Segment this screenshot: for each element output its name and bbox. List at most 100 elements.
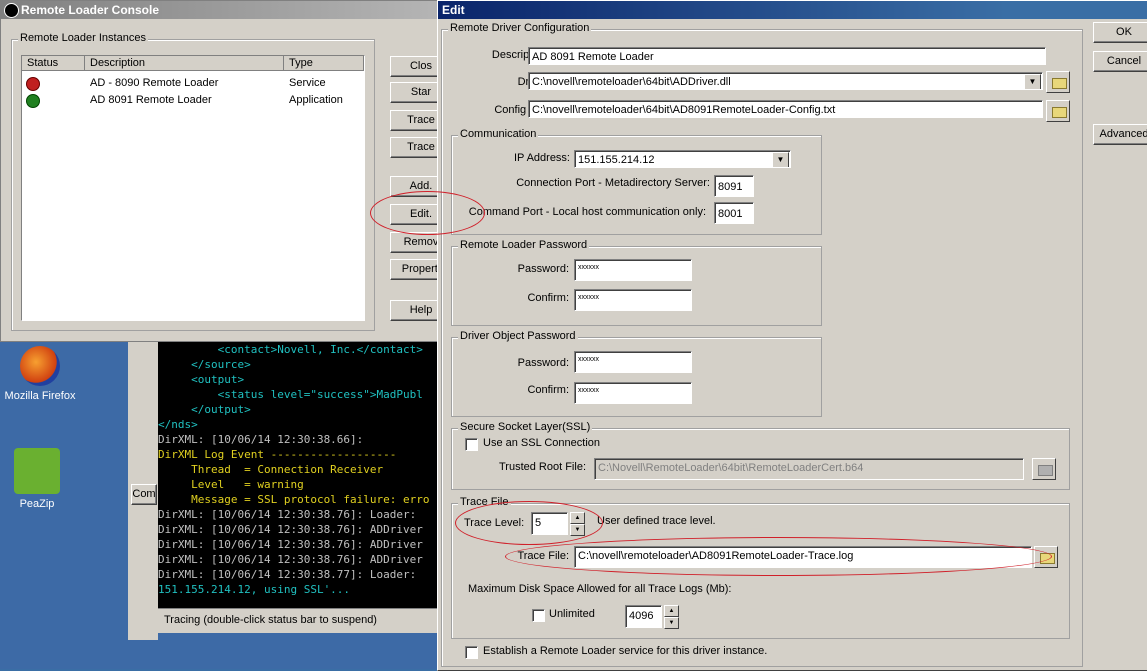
terminal-line: DirXML: [10/06/14 12:30:38.66]: <box>158 433 364 446</box>
max-disk-spinner[interactable]: ▲ ▼ <box>664 605 679 629</box>
rl-confirm-field[interactable]: xxxxxx <box>574 289 692 311</box>
driver-select[interactable]: C:\novell\remoteloader\64bit\ADDriver.dl… <box>528 72 1043 90</box>
terminal-line: </output> <box>158 403 251 416</box>
service-label: Establish a Remote Loader service for th… <box>483 645 768 657</box>
unlimited-label: Unlimited <box>549 608 595 620</box>
desktop-icon-peazip[interactable]: PeaZip <box>0 448 77 510</box>
terminal-status-bar[interactable]: Tracing (double-click status bar to susp… <box>158 608 438 633</box>
edit-dialog: Edit OK Cancel Advanced Remote Driver Co… <box>437 0 1147 671</box>
terminal-line: DirXML: [10/06/14 12:30:38.76]: ADDriver <box>158 538 423 551</box>
driver-password-field-label: Password: <box>517 357 569 369</box>
console-titlebar[interactable]: Remote Loader Console <box>1 1 441 19</box>
terminal-line: Level = warning <box>158 478 304 491</box>
driver-password-field[interactable]: xxxxxx <box>574 351 692 373</box>
command-port-label: Command Port - Local host communication … <box>468 206 706 218</box>
terminal-line: Thread = Connection Receiver <box>158 463 384 476</box>
terminal-line: DirXML: [10/06/14 12:30:38.76]: ADDriver <box>158 523 423 536</box>
desktop-icon-firefox[interactable]: Mozilla Firefox <box>0 346 80 402</box>
advanced-button[interactable]: Advanced <box>1093 124 1147 145</box>
rl-password-field-label: Password: <box>517 263 569 275</box>
folder-icon <box>1052 107 1067 118</box>
terminal-line: DirXML: [10/06/14 12:30:38.76]: ADDriver <box>158 553 423 566</box>
driver-confirm-label: Confirm: <box>527 384 569 396</box>
driver-config-label: Remote Driver Configuration <box>448 22 592 34</box>
ip-address-select[interactable]: 151.155.214.12 ▼ <box>574 150 791 168</box>
status-text: Tracing (double-click status bar to susp… <box>164 614 377 626</box>
use-ssl-label: Use an SSL Connection <box>483 437 600 449</box>
terminal-line: DirXML Log Event ------------------- <box>158 448 397 461</box>
communication-label: Communication <box>458 128 539 140</box>
ok-button[interactable]: OK <box>1093 22 1147 43</box>
service-checkbox[interactable] <box>465 646 478 659</box>
rl-password-group: Remote Loader Password <box>451 239 822 326</box>
ip-address-value: 151.155.214.12 <box>578 154 655 166</box>
column-header-description[interactable]: Description <box>85 56 284 71</box>
edit-titlebar[interactable]: Edit <box>438 1 1147 19</box>
terminal-line: </source> <box>158 358 251 371</box>
instances-list[interactable]: Status Description Type AD - 8090 Remote… <box>21 55 365 321</box>
instance-description: AD 8091 Remote Loader <box>90 94 212 106</box>
connection-port-label: Connection Port - Metadirectory Server: <box>516 177 710 189</box>
peazip-icon <box>14 448 60 494</box>
instances-group-label: Remote Loader Instances <box>18 32 148 44</box>
terminal-line: DirXML: [10/06/14 12:30:38.77]: Loader: <box>158 568 417 581</box>
trace-file-browse-button[interactable] <box>1034 546 1058 568</box>
trusted-root-field: C:\Novell\RemoteLoader\64bit\RemoteLoade… <box>594 458 1024 480</box>
ip-address-label: IP Address: <box>513 152 570 164</box>
instance-row[interactable]: AD - 8090 Remote Loader Service <box>22 75 364 92</box>
column-header-type[interactable]: Type <box>284 56 364 71</box>
trusted-root-label: Trusted Root File: <box>498 461 586 473</box>
terminal-lines: <contact>Novell, Inc.</contact> </source… <box>158 340 438 597</box>
trace-file-label: Trace File: <box>517 550 569 562</box>
driver-password-group: Driver Object Password <box>451 330 822 417</box>
com-button[interactable]: Com <box>131 484 157 505</box>
desktop-icon-label: Mozilla Firefox <box>4 390 76 402</box>
rl-password-field[interactable]: xxxxxx <box>574 259 692 281</box>
trace-level-description: User defined trace level. <box>597 515 716 527</box>
unlimited-checkbox[interactable] <box>532 609 545 622</box>
folder-icon <box>1052 78 1067 89</box>
trusted-root-browse-button <box>1032 458 1056 480</box>
console-window: Remote Loader Console Remote Loader Inst… <box>0 0 452 342</box>
instance-description: AD - 8090 Remote Loader <box>90 77 219 89</box>
terminal-line: Message = SSL protocol failure: erro <box>158 493 430 506</box>
use-ssl-checkbox[interactable] <box>465 438 478 451</box>
config-file-field[interactable]: C:\novell\remoteloader\64bit\AD8091Remot… <box>528 100 1043 118</box>
command-port-field[interactable]: 8001 <box>714 202 754 224</box>
trace-file-field[interactable]: C:\novell\remoteloader\AD8091RemoteLoade… <box>574 546 1032 568</box>
trace-level-field[interactable]: 5 <box>531 512 568 535</box>
chevron-down-icon[interactable]: ▼ <box>1024 74 1041 89</box>
driver-value: C:\novell\remoteloader\64bit\ADDriver.dl… <box>532 76 731 88</box>
config-browse-button[interactable] <box>1046 100 1070 122</box>
column-header-status[interactable]: Status <box>22 56 85 71</box>
terminal-line: <contact>Novell, Inc.</contact> <box>158 343 423 356</box>
max-disk-label: Maximum Disk Space Allowed for all Trace… <box>468 583 732 595</box>
running-icon <box>26 94 40 108</box>
trace-label: Trace File <box>458 496 511 508</box>
instance-type: Application <box>289 94 343 106</box>
folder-icon <box>1038 465 1053 476</box>
description-field[interactable]: AD 8091 Remote Loader <box>528 47 1046 65</box>
cancel-button[interactable]: Cancel <box>1093 51 1147 72</box>
instance-type: Service <box>289 77 326 89</box>
driver-browse-button[interactable] <box>1046 71 1070 93</box>
folder-icon <box>1040 553 1055 564</box>
console-title: Remote Loader Console <box>21 3 160 17</box>
rl-password-label: Remote Loader Password <box>458 239 590 251</box>
terminal-line: <status level="success">MadPubl <box>158 388 423 401</box>
max-disk-field[interactable]: 4096 <box>625 605 662 628</box>
trace-terminal[interactable]: <contact>Novell, Inc.</contact> </source… <box>158 340 438 608</box>
driver-password-label: Driver Object Password <box>458 330 578 342</box>
firefox-icon <box>20 346 60 386</box>
chevron-down-icon[interactable]: ▼ <box>772 152 789 167</box>
edit-title: Edit <box>442 3 465 17</box>
ssl-label: Secure Socket Layer(SSL) <box>458 421 593 433</box>
terminal-sidebar: Com <box>128 340 158 640</box>
terminal-line: </nds> <box>158 418 198 431</box>
driver-confirm-field[interactable]: xxxxxx <box>574 382 692 404</box>
connection-port-field[interactable]: 8091 <box>714 175 754 197</box>
instance-row[interactable]: AD 8091 Remote Loader Application <box>22 92 364 109</box>
rl-confirm-label: Confirm: <box>527 292 569 304</box>
app-icon <box>4 3 19 18</box>
trace-level-spinner[interactable]: ▲ ▼ <box>570 512 585 536</box>
